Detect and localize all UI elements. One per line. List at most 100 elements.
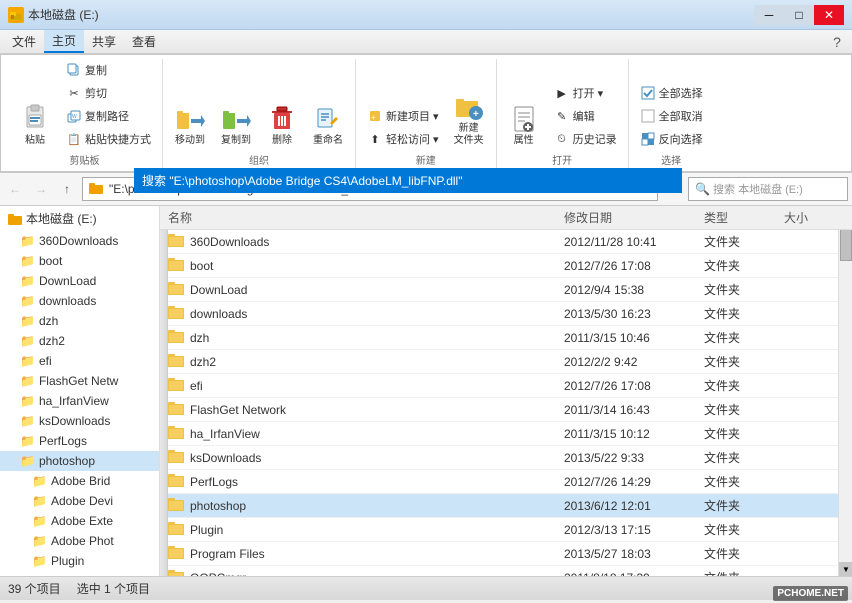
window-controls[interactable]: ─ □ ✕ <box>754 5 844 25</box>
copy-to-button[interactable]: 复制到 <box>215 100 257 150</box>
table-row[interactable]: photoshop 2013/6/12 12:01 文件夹 <box>160 494 852 518</box>
file-date: 2011/3/15 10:12 <box>564 427 704 441</box>
sidebar-item-dzh2[interactable]: 📁dzh2 <box>0 331 159 351</box>
menu-home[interactable]: 主页 <box>44 30 84 53</box>
table-row[interactable]: dzh 2011/3/15 10:46 文件夹 <box>160 326 852 350</box>
table-row[interactable]: Plugin 2012/3/13 17:15 文件夹 <box>160 518 852 542</box>
sidebar-item-downloads[interactable]: 📁downloads <box>0 291 159 311</box>
sidebar-item-ksdownloads[interactable]: 📁ksDownloads <box>0 411 159 431</box>
sidebar-scrollbar[interactable] <box>160 206 168 576</box>
help-icon[interactable]: ? <box>826 31 848 53</box>
table-row[interactable]: dzh2 2012/2/2 9:42 文件夹 <box>160 350 852 374</box>
open-button[interactable]: ▶ 打开 ▾ <box>549 82 622 104</box>
paste-shortcut-button[interactable]: 📋 粘贴快捷方式 <box>61 128 156 150</box>
menu-share[interactable]: 共享 <box>84 31 124 52</box>
up-button[interactable]: ↑ <box>56 178 78 200</box>
copy-to-icon <box>220 103 252 135</box>
file-date: 2011/3/15 10:46 <box>564 331 704 345</box>
maximize-button[interactable]: □ <box>784 5 814 25</box>
sidebar-root-label: 本地磁盘 (E:) <box>26 210 97 227</box>
table-row[interactable]: FlashGet Network 2011/3/14 16:43 文件夹 <box>160 398 852 422</box>
folder-icon <box>168 353 184 370</box>
close-button[interactable]: ✕ <box>814 5 844 25</box>
table-row[interactable]: Program Files 2013/5/27 18:03 文件夹 <box>160 542 852 566</box>
sidebar-item-adobe-extend[interactable]: 📁Adobe Exte <box>0 511 159 531</box>
invert-select-button[interactable]: 反向选择 <box>635 128 708 150</box>
file-name-cell: dzh <box>168 329 564 346</box>
title-bar: 本地磁盘 (E:) ─ □ ✕ <box>0 0 852 30</box>
back-button[interactable]: ← <box>4 178 26 200</box>
menu-view[interactable]: 查看 <box>124 31 164 52</box>
file-name: dzh <box>190 331 209 345</box>
autocomplete-dropdown[interactable]: 搜索 "E:\photoshop\Adobe Bridge CS4\AdobeL… <box>134 168 682 193</box>
file-name: FlashGet Network <box>190 403 286 417</box>
file-date: 2012/11/28 10:41 <box>564 235 704 249</box>
file-date: 2012/3/13 17:15 <box>564 523 704 537</box>
scroll-down-btn[interactable]: ▼ <box>839 562 852 576</box>
sidebar-item-photoshop[interactable]: 📁photoshop <box>0 451 159 471</box>
table-row[interactable]: 360Downloads 2012/11/28 10:41 文件夹 <box>160 230 852 254</box>
sidebar-item-efi[interactable]: 📁efi <box>0 351 159 371</box>
sidebar-item-adobe-photo[interactable]: 📁Adobe Phot <box>0 531 159 551</box>
delete-button[interactable]: 删除 <box>261 100 303 150</box>
copy-path-label: 复制路径 <box>85 108 129 124</box>
file-name-cell: QQPCmgr <box>168 569 564 576</box>
select-none-button[interactable]: 全部取消 <box>635 105 708 127</box>
table-row[interactable]: QQPCmgr 2011/8/18 17:39 文件夹 <box>160 566 852 576</box>
move-to-button[interactable]: 移动到 <box>169 100 211 150</box>
table-row[interactable]: ha_IrfanView 2011/3/15 10:12 文件夹 <box>160 422 852 446</box>
sidebar-item-irfanview[interactable]: 📁ha_IrfanView <box>0 391 159 411</box>
table-row[interactable]: downloads 2013/5/30 16:23 文件夹 <box>160 302 852 326</box>
table-row[interactable]: boot 2012/7/26 17:08 文件夹 <box>160 254 852 278</box>
sidebar-item-boot[interactable]: 📁boot <box>0 251 159 271</box>
table-row[interactable]: DownLoad 2012/9/4 15:38 文件夹 <box>160 278 852 302</box>
organize-content: 移动到 复制到 <box>169 59 349 150</box>
sidebar-item-adobe-device[interactable]: 📁Adobe Devi <box>0 491 159 511</box>
table-row[interactable]: efi 2012/7/26 17:08 文件夹 <box>160 374 852 398</box>
sidebar-item-dzh[interactable]: 📁dzh <box>0 311 159 331</box>
search-icon: 🔍 <box>695 182 710 196</box>
file-name: ha_IrfanView <box>190 427 260 441</box>
file-name: photoshop <box>190 499 246 513</box>
col-name[interactable]: 名称 <box>168 209 564 226</box>
easy-access-button[interactable]: ⬆ 轻松访问 ▾ <box>362 128 444 150</box>
item-count: 39 个项目 <box>8 580 61 597</box>
col-size[interactable]: 大小 <box>784 209 844 226</box>
col-type[interactable]: 类型 <box>704 209 784 226</box>
main-scrollbar[interactable]: ▲ ▼ <box>838 206 852 576</box>
forward-button[interactable]: → <box>30 178 52 200</box>
history-icon: ⏲ <box>554 131 570 147</box>
move-to-icon <box>174 103 206 135</box>
search-box[interactable]: 🔍 搜索 本地磁盘 (E:) <box>688 177 848 201</box>
paste-button[interactable]: 粘贴 <box>13 100 57 150</box>
copy-button[interactable]: 复制 <box>61 59 156 81</box>
copy-path-button[interactable]: W 复制路径 <box>61 105 156 127</box>
folder-icon <box>168 233 184 250</box>
properties-button[interactable]: 属性 <box>503 100 545 150</box>
sidebar-item-download[interactable]: 📁DownLoad <box>0 271 159 291</box>
sidebar-item-plugin[interactable]: 📁Plugin <box>0 551 159 571</box>
folder-icon: 📁 <box>20 394 35 408</box>
minimize-button[interactable]: ─ <box>754 5 784 25</box>
svg-text:W: W <box>72 114 77 120</box>
sidebar-item-perflogs[interactable]: 📁PerfLogs <box>0 431 159 451</box>
new-folder-button[interactable]: + 新建文件夹 <box>448 88 490 150</box>
menu-file[interactable]: 文件 <box>4 31 44 52</box>
select-all-button[interactable]: 全部选择 <box>635 82 708 104</box>
col-date[interactable]: 修改日期 <box>564 209 704 226</box>
clipboard-content: 粘贴 复制 ✂ 剪切 <box>13 59 156 150</box>
sidebar-item-flashget[interactable]: 📁FlashGet Netw <box>0 371 159 391</box>
sidebar-header[interactable]: 本地磁盘 (E:) <box>0 206 159 231</box>
sidebar-item-adobe-bridge[interactable]: 📁Adobe Brid <box>0 471 159 491</box>
cut-button[interactable]: ✂ 剪切 <box>61 82 156 104</box>
file-type: 文件夹 <box>704 329 784 346</box>
file-name-cell: 360Downloads <box>168 233 564 250</box>
sidebar-item-360downloads[interactable]: 📁360Downloads <box>0 231 159 251</box>
file-type: 文件夹 <box>704 569 784 576</box>
table-row[interactable]: ksDownloads 2013/5/22 9:33 文件夹 <box>160 446 852 470</box>
history-button[interactable]: ⏲ 历史记录 <box>549 128 622 150</box>
new-item-button[interactable]: + 新建项目 ▾ <box>362 105 444 127</box>
edit-button[interactable]: ✎ 编辑 <box>549 105 622 127</box>
rename-button[interactable]: 重命名 <box>307 100 349 150</box>
table-row[interactable]: PerfLogs 2012/7/26 14:29 文件夹 <box>160 470 852 494</box>
